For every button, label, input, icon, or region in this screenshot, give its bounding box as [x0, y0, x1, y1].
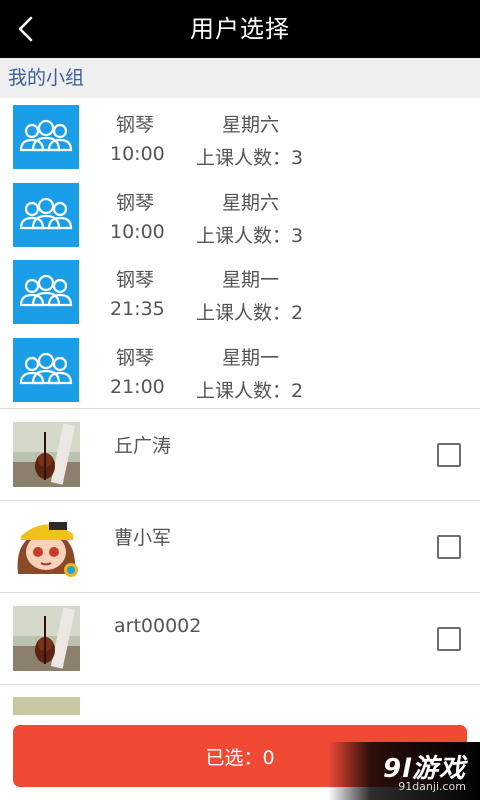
user-row[interactable]: art00002 — [0, 593, 480, 684]
group-day: 星期一 — [222, 269, 280, 291]
group-list: 钢琴 星期六 10:00 上课人数：3 钢琴 星期六 10:00 上课人数：3 … — [0, 98, 480, 408]
group-time: 21:00 — [110, 375, 165, 398]
group-subject: 钢琴 — [116, 346, 155, 369]
group-student-count: 上课人数：2 — [196, 379, 304, 402]
group-subject: 钢琴 — [116, 114, 155, 136]
group-student-count: 上课人数：3 — [196, 147, 304, 169]
user-select-checkbox[interactable] — [437, 443, 461, 467]
user-name: art00002 — [114, 615, 202, 637]
top-bar: 用户选择 — [0, 0, 480, 58]
selected-count-label: 已选：0 — [205, 746, 275, 769]
group-day: 星期六 — [222, 114, 280, 136]
group-subject: 钢琴 — [116, 191, 155, 214]
group-people-icon — [13, 105, 79, 169]
user-select-checkbox[interactable] — [437, 627, 461, 651]
group-time: 10:00 — [110, 220, 165, 243]
group-row[interactable]: 钢琴 星期六 10:00 上课人数：3 — [0, 176, 480, 254]
watermark: 9l游戏 91danji.com — [328, 742, 480, 800]
group-row[interactable]: 钢琴 星期一 21:35 上课人数：2 — [0, 253, 480, 331]
user-name: 丘广涛 — [114, 435, 172, 457]
group-time: 10:00 — [110, 143, 165, 165]
group-row[interactable]: 钢琴 星期一 21:00 上课人数：2 — [0, 331, 480, 409]
violin-avatar — [13, 606, 80, 671]
user-row-partial[interactable] — [0, 685, 480, 715]
group-people-icon — [13, 337, 79, 402]
user-row[interactable]: 丘广涛 — [0, 409, 480, 500]
page-title: 用户选择 — [190, 15, 290, 43]
cartoon-girl-avatar — [13, 514, 80, 579]
section-header-my-groups: 我的小组 — [0, 58, 480, 98]
partial-avatar — [13, 697, 80, 715]
user-row[interactable]: 曹小军 — [0, 501, 480, 592]
group-row[interactable]: 钢琴 星期六 10:00 上课人数：3 — [0, 98, 480, 176]
group-time: 21:35 — [110, 298, 165, 320]
user-name: 曹小军 — [114, 527, 172, 549]
violin-avatar — [13, 422, 80, 487]
group-student-count: 上课人数：2 — [196, 302, 304, 324]
group-people-icon — [13, 182, 79, 247]
watermark-url: 91danji.com — [398, 780, 466, 793]
group-subject: 钢琴 — [116, 269, 155, 291]
group-day: 星期六 — [222, 191, 280, 214]
group-people-icon — [13, 260, 79, 324]
group-student-count: 上课人数：3 — [196, 224, 304, 247]
group-day: 星期一 — [222, 346, 280, 369]
user-select-checkbox[interactable] — [437, 535, 461, 559]
